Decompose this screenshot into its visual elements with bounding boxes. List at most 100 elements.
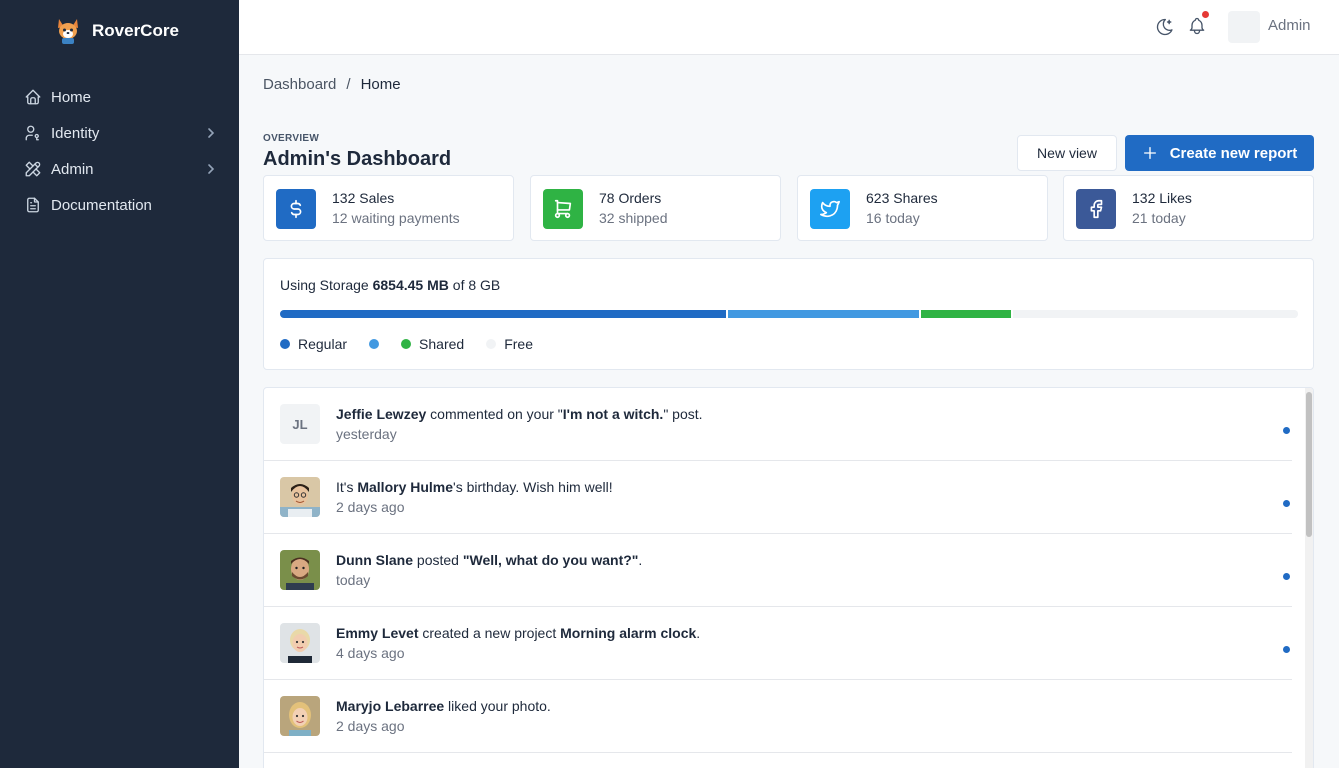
breadcrumb-item-current: Home: [360, 76, 401, 93]
sidebar-item-label: Admin: [51, 160, 94, 178]
dollar-icon: [276, 189, 316, 229]
storage-prefix: Using Storage: [280, 277, 373, 293]
legend-dot: [369, 339, 380, 349]
stat-card-sales: 132 Sales 12 waiting payments: [263, 175, 514, 241]
notification-badge: [1202, 11, 1209, 18]
shopping-cart-icon: [543, 189, 583, 229]
avatar-initials: JL: [280, 404, 320, 444]
unread-indicator: [1283, 646, 1290, 653]
stat-primary: 132 Likes: [1132, 190, 1192, 206]
feed-item[interactable]: JL Jeffie Lewzey commented on your "I'm n…: [264, 388, 1292, 461]
unread-indicator: [1283, 573, 1290, 580]
storage-segment: [280, 310, 728, 318]
stat-primary: 78 Orders: [599, 190, 662, 206]
document-icon: [24, 196, 42, 214]
breadcrumb-item-dashboard[interactable]: Dashboard: [263, 76, 336, 93]
brand[interactable]: RoverCore: [0, 0, 239, 62]
legend-label: Shared: [419, 336, 465, 352]
storage-segment: [1012, 310, 1298, 318]
storage-segment: [727, 310, 922, 318]
feed-message-text: .: [696, 625, 701, 641]
avatar-photo: [280, 550, 320, 590]
create-report-button[interactable]: Create new report: [1125, 135, 1314, 171]
feed-message: Maryjo Lebarree liked your photo.: [336, 698, 551, 714]
storage-legend: Regular Shared Free: [280, 336, 555, 352]
feed-time: 2 days ago: [336, 499, 405, 515]
legend-dot: [486, 339, 497, 349]
feed-message-strong: "Well, what do you want?": [462, 552, 639, 568]
plus-icon: [1143, 147, 1156, 159]
dark-mode-moon-icon[interactable]: [1155, 17, 1175, 37]
feed-message-strong: Jeffie Lewzey: [336, 406, 427, 422]
sidebar-item-label: Identity: [51, 124, 100, 142]
feed-message: Dunn Slane posted "Well, what do you wan…: [336, 552, 642, 568]
storage-segment: [921, 310, 1013, 318]
legend-dot: [280, 339, 290, 349]
sidebar-item-label: Home: [51, 88, 92, 106]
feed-message-text: commented on your ": [426, 406, 563, 422]
stat-card-shares: 623 Shares 16 today: [797, 175, 1048, 241]
sidebar-item-admin[interactable]: Admin: [0, 151, 239, 187]
corgi-logo-icon: [54, 17, 82, 45]
feed-item[interactable]: Dunn Slane posted "Well, what do you wan…: [264, 534, 1292, 607]
feed-message-text: " post.: [663, 406, 703, 422]
feed-message-strong: Maryjo Lebarree: [336, 698, 445, 714]
feed-item[interactable]: Emmy Levet created a new project Morning…: [264, 607, 1292, 680]
feed-message-strong: Dunn Slane: [336, 552, 414, 568]
avatar-photo: [280, 623, 320, 663]
feed-scrollbar[interactable]: [1305, 388, 1313, 768]
create-report-label: Create new report: [1169, 144, 1298, 162]
sidebar: RoverCore Home Identity Admin Documentat…: [0, 0, 239, 768]
page-pretitle: OVERVIEW: [263, 133, 320, 144]
legend-dot: [401, 339, 412, 349]
sidebar-item-documentation[interactable]: Documentation: [0, 187, 239, 223]
feed-item[interactable]: It's Mallory Hulme's birthday. Wish him …: [264, 461, 1292, 534]
chevron-right-icon: [205, 162, 217, 176]
legend-item: Regular: [280, 336, 347, 352]
chevron-right-icon: [205, 126, 217, 140]
stat-secondary: 16 today: [866, 210, 920, 226]
feed-message-text: It's: [336, 479, 358, 495]
user-key-icon: [24, 124, 42, 142]
storage-card: Using Storage 6854.45 MB of 8 GB Regular…: [263, 258, 1314, 370]
storage-progress-bar: [280, 310, 1298, 318]
sidebar-item-home[interactable]: Home: [0, 79, 239, 115]
legend-item: [369, 339, 387, 349]
user-name[interactable]: Admin: [1268, 17, 1311, 34]
feed-message: Jeffie Lewzey commented on your "I'm not…: [336, 406, 703, 422]
home-icon: [24, 88, 42, 106]
feed-time: yesterday: [336, 426, 397, 442]
sidebar-nav: Home Identity Admin Documentation: [0, 79, 239, 223]
stats-cards: 132 Sales 12 waiting payments 78 Orders …: [263, 175, 1314, 241]
feed-message-strong: Mallory Hulme: [357, 479, 454, 495]
feed-time: 4 days ago: [336, 645, 405, 661]
sidebar-item-identity[interactable]: Identity: [0, 115, 239, 151]
legend-label: Regular: [298, 336, 348, 352]
new-view-button[interactable]: New view: [1017, 135, 1117, 171]
feed-time: 2 days ago: [336, 718, 405, 734]
facebook-icon: [1076, 189, 1116, 229]
feed-item[interactable]: Maryjo Lebarree liked your photo. 2 days …: [264, 680, 1292, 753]
breadcrumb: Dashboard / Home: [263, 76, 401, 93]
user-avatar[interactable]: [1228, 11, 1260, 43]
legend-item: Shared: [401, 336, 464, 352]
stat-secondary: 32 shipped: [599, 210, 668, 226]
notifications-bell-icon[interactable]: [1187, 16, 1207, 36]
tools-icon: [24, 160, 42, 178]
brand-name: RoverCore: [92, 21, 179, 40]
scrollbar-thumb[interactable]: [1306, 392, 1312, 537]
feed-message: It's Mallory Hulme's birthday. Wish him …: [336, 479, 613, 495]
avatar-photo: [280, 477, 320, 517]
stat-secondary: 12 waiting payments: [332, 210, 460, 226]
stat-primary: 132 Sales: [332, 190, 395, 206]
feed-message-text: .: [638, 552, 643, 568]
activity-feed: JL Jeffie Lewzey commented on your "I'm n…: [263, 387, 1314, 768]
feed-message-text: posted: [413, 552, 463, 568]
page-title: Admin's Dashboard: [263, 148, 452, 170]
feed-message: Emmy Levet created a new project Morning…: [336, 625, 700, 641]
stat-card-orders: 78 Orders 32 shipped: [530, 175, 781, 241]
stat-card-likes: 132 Likes 21 today: [1063, 175, 1314, 241]
feed-message-strong: I'm not a witch.: [562, 406, 664, 422]
sidebar-item-label: Documentation: [51, 196, 152, 214]
twitter-icon: [810, 189, 850, 229]
